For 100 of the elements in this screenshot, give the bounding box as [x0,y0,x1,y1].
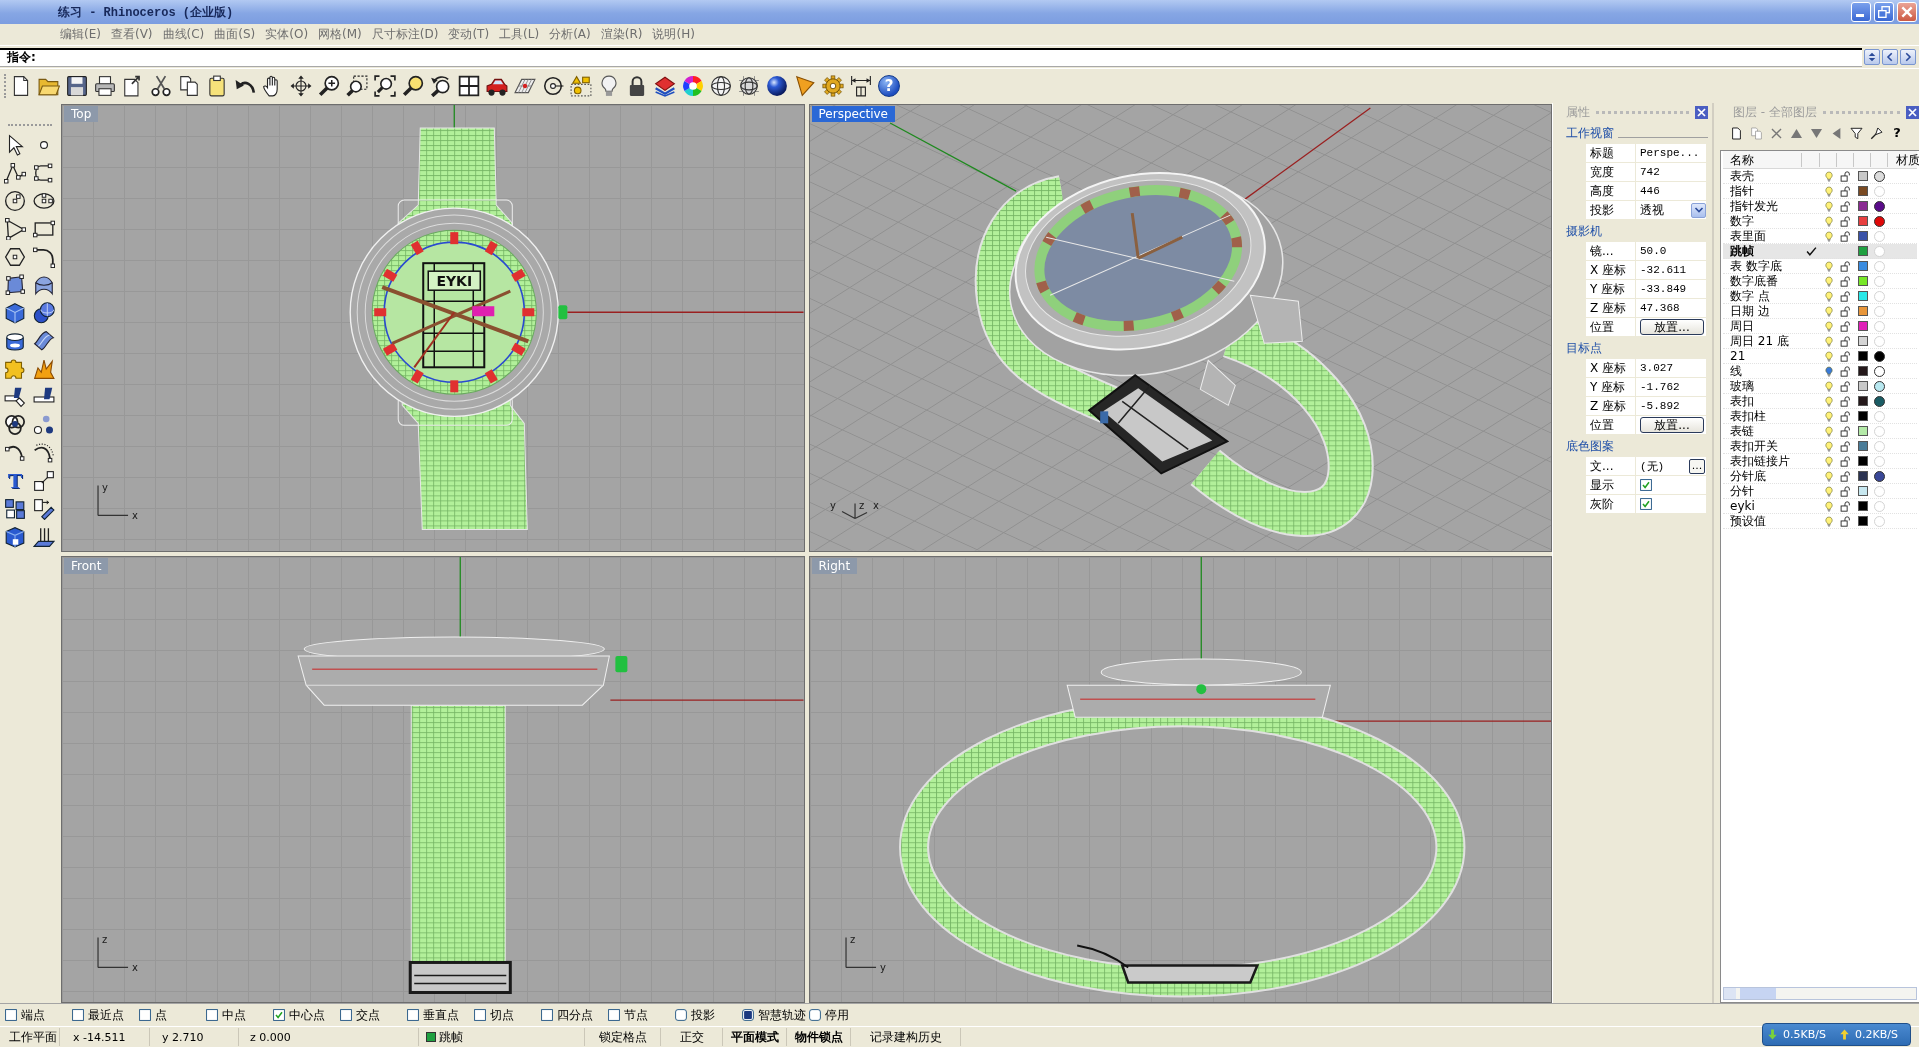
light-bulb-icon[interactable] [1823,334,1834,348]
open-padlock-icon[interactable] [1840,260,1851,272]
color-swatch-icon[interactable] [1857,246,1868,256]
zoom-window-icon[interactable] [346,75,368,97]
column-header[interactable]: 名称 [1723,153,1802,167]
layer-name[interactable]: 玻璃 [1723,379,1802,393]
panel-grip[interactable] [1822,110,1900,115]
trim-icon[interactable] [4,386,26,408]
checkbox[interactable] [1640,498,1652,510]
layer-name[interactable]: 表扣柱 [1723,409,1802,423]
open-padlock-icon[interactable] [1840,410,1851,422]
layer-name[interactable]: 分针底 [1723,469,1802,483]
layer-name[interactable]: 指针 [1723,184,1802,198]
osnap-label[interactable]: 垂直点 [423,1006,459,1024]
status-toggle[interactable]: 记录建构历史 [869,1028,942,1046]
menu-item[interactable]: 曲线(C) [157,24,210,45]
checkbox[interactable] [5,1009,17,1021]
layer-name[interactable]: 数字 [1723,214,1802,228]
previous-button[interactable] [1882,49,1898,65]
color-swatch-icon[interactable] [1857,336,1868,346]
osnap-label[interactable]: 中点 [222,1006,246,1024]
menu-item[interactable]: 网格(M) [313,24,367,45]
checkbox[interactable] [742,1009,754,1021]
layer-name[interactable]: 数字 点 [1723,289,1802,303]
viewport[interactable]: Front z x [61,555,805,1003]
light-bulb-icon[interactable] [1823,424,1834,438]
open-padlock-icon[interactable] [1840,185,1851,197]
current-layer-label[interactable]: 跳帧 [439,1028,463,1046]
material-circle-icon[interactable] [1874,350,1885,362]
puzzle-icon[interactable] [4,358,26,380]
color-swatch-icon[interactable] [1857,276,1868,286]
checkbox[interactable] [273,1009,285,1021]
plane-lines-icon[interactable] [33,526,55,548]
explosion-icon[interactable] [33,358,55,380]
light-bulb-icon[interactable] [1823,469,1834,483]
osnap-label[interactable]: 节点 [624,1006,648,1024]
status-toggle[interactable]: 正交 [679,1028,704,1046]
layer-name[interactable]: 周日 21 底 [1723,334,1802,348]
scale-icon[interactable] [33,470,55,492]
color-swatch-icon[interactable] [1857,186,1868,196]
color-swatch-icon[interactable] [1857,501,1868,511]
color-swatch-icon[interactable] [1857,201,1868,211]
three-dots-icon[interactable] [33,414,55,436]
light-bulb-icon[interactable] [1823,229,1834,243]
shapes-icon[interactable] [570,75,592,97]
osnap-label[interactable]: 四分点 [557,1006,593,1024]
color-swatch-icon[interactable] [1857,426,1868,436]
checkbox[interactable] [206,1009,218,1021]
ellipse-icon[interactable] [33,190,55,212]
hexagon-icon[interactable] [4,246,26,268]
next-button[interactable] [1900,49,1916,65]
history-scroll-button[interactable] [1864,49,1880,65]
color-swatch-icon[interactable] [1857,441,1868,451]
checkbox[interactable] [72,1009,84,1021]
light-bulb-icon[interactable] [1823,409,1834,423]
open-padlock-icon[interactable] [1840,335,1851,347]
delete-icon[interactable] [1770,126,1783,140]
color-swatch-icon[interactable] [1857,471,1868,481]
osnap-label[interactable]: 投影 [691,1006,715,1024]
light-bulb-icon[interactable] [1823,199,1834,213]
light-bulb-icon[interactable] [1823,379,1834,393]
cone-icon[interactable] [794,75,816,97]
open-padlock-icon[interactable] [1840,395,1851,407]
magnifier-arrow-icon[interactable] [430,75,452,97]
material-circle-icon[interactable] [1874,170,1885,182]
panel-grip[interactable] [1596,110,1689,115]
osnap-label[interactable]: 中心点 [289,1006,325,1024]
open-padlock-icon[interactable] [1840,215,1851,227]
checkbox[interactable] [541,1009,553,1021]
surface-icon[interactable] [4,274,26,296]
open-padlock-icon[interactable] [1840,350,1851,362]
column-header[interactable]: 材质 [1888,153,1919,167]
checkbox[interactable] [675,1009,687,1021]
minimize-button[interactable] [1851,2,1871,22]
curve-icon[interactable] [33,162,55,184]
open-padlock-icon[interactable] [1840,470,1851,482]
wrench-icon[interactable] [1870,126,1883,140]
osnap-label[interactable]: 点 [155,1006,167,1024]
color-swatch-icon[interactable] [1857,381,1868,391]
text-tool-button[interactable]: T [4,470,26,492]
layers-icon[interactable] [654,75,676,97]
status-toggle[interactable]: 锁定格点 [598,1028,647,1046]
dropdown[interactable]: 透视 [1640,201,1706,219]
open-padlock-icon[interactable] [1840,485,1851,497]
layer-name[interactable]: 表扣链接片 [1723,454,1802,468]
checkbox[interactable] [809,1009,821,1021]
open-padlock-icon[interactable] [1840,305,1851,317]
open-padlock-icon[interactable] [1840,365,1851,377]
layer-name[interactable]: 21 [1723,349,1802,363]
sphere-icon[interactable] [766,75,788,97]
polyline-icon[interactable] [4,162,26,184]
color-swatch-icon[interactable] [1857,351,1868,361]
layer-name[interactable]: 数字底番 [1723,274,1802,288]
open-padlock-icon[interactable] [1840,455,1851,467]
open-padlock-icon[interactable] [1840,440,1851,452]
circle-point-icon[interactable] [542,75,564,97]
layer-name[interactable]: 日期 边 [1723,304,1802,318]
printer-icon[interactable] [94,75,116,97]
light-bulb-icon[interactable] [1823,214,1834,228]
light-bulb-icon[interactable] [1823,394,1834,408]
